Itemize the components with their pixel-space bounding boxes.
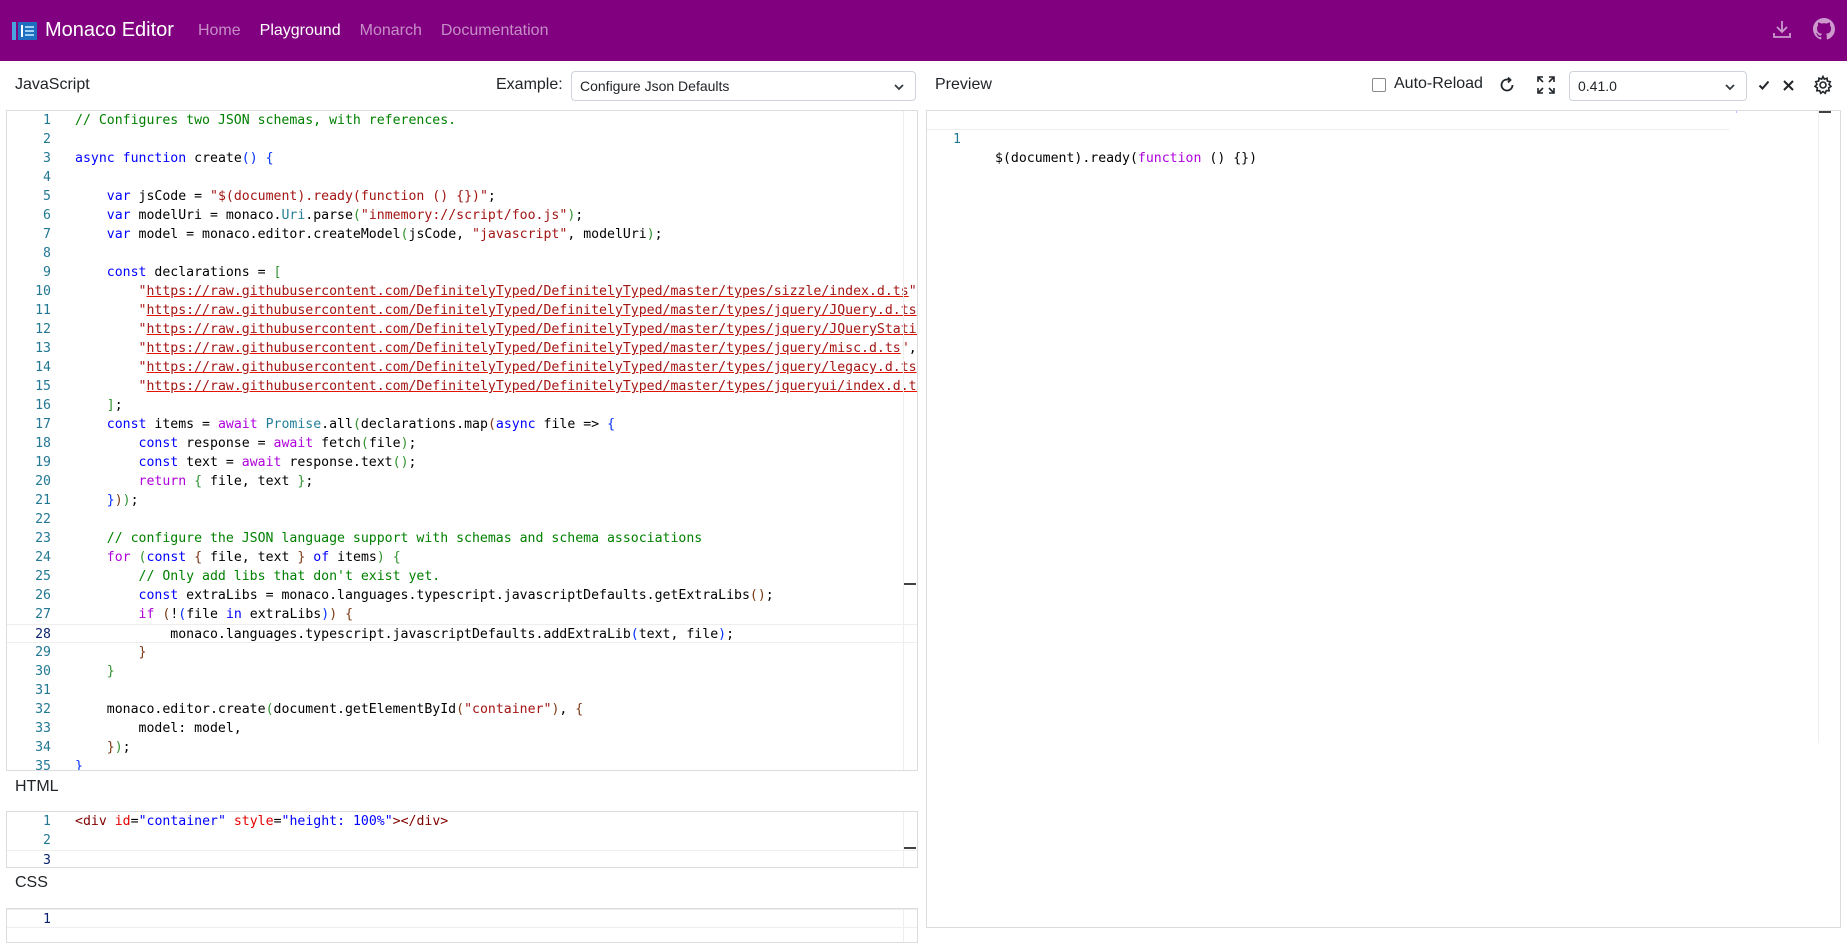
version-select[interactable]: 0.41.0 xyxy=(1569,71,1747,101)
html-editor-scrollbar[interactable] xyxy=(903,812,917,867)
check-icon xyxy=(1758,80,1770,90)
css-editor[interactable]: 1 xyxy=(6,908,918,943)
js-editor-scrollbar[interactable] xyxy=(903,111,917,770)
brand[interactable]: Monaco Editor xyxy=(12,19,174,42)
close-icon xyxy=(1782,79,1794,91)
js-pane-title: JavaScript xyxy=(15,76,90,93)
nav-monarch[interactable]: Monarch xyxy=(360,22,422,40)
html-pane-title: HTML xyxy=(15,778,59,795)
preview-frame[interactable]: 1 $(document).ready(function () {}) xyxy=(926,110,1841,928)
nav-home[interactable]: Home xyxy=(198,22,241,40)
preview-pane-title: Preview xyxy=(935,76,992,93)
preview-code-line: $(document).ready(function () {}) xyxy=(995,151,1258,166)
nav-documentation[interactable]: Documentation xyxy=(441,22,549,40)
css-editor-scrollbar[interactable] xyxy=(903,909,917,942)
monaco-logo-icon xyxy=(12,21,37,41)
preview-scrollbar[interactable] xyxy=(1818,111,1832,743)
reload-icon xyxy=(1500,76,1514,92)
github-icon[interactable] xyxy=(1813,18,1835,40)
main-nav: Home Playground Monarch Documentation xyxy=(198,22,568,40)
example-label: Example: xyxy=(496,76,563,93)
example-select[interactable]: Configure Json Defaults xyxy=(571,71,916,101)
version-select-value: 0.41.0 xyxy=(1578,78,1617,94)
top-bar: Monaco Editor Home Playground Monarch Do… xyxy=(0,0,1847,61)
current-line-number: 28 xyxy=(35,627,51,642)
cancel-button[interactable] xyxy=(1778,71,1798,99)
chevron-down-icon xyxy=(894,84,904,91)
html-editor[interactable]: 1 <div id="container" style="height: 100%… xyxy=(6,811,918,868)
js-editor[interactable]: 1// Configures two JSON schemas, with re… xyxy=(6,110,918,771)
gear-icon xyxy=(1813,75,1833,95)
chevron-down-icon xyxy=(1725,84,1735,91)
brand-name: Monaco Editor xyxy=(45,19,174,41)
reload-button[interactable] xyxy=(1493,71,1521,99)
css-pane-title: CSS xyxy=(15,874,48,891)
auto-reload-label: Auto-Reload xyxy=(1394,75,1483,92)
download-icon[interactable] xyxy=(1771,18,1793,40)
header-actions xyxy=(1771,18,1835,40)
fullscreen-button[interactable] xyxy=(1532,71,1560,99)
fullscreen-icon xyxy=(1537,76,1555,94)
preview-line-number: 1 xyxy=(953,132,961,147)
confirm-button[interactable] xyxy=(1754,71,1774,99)
auto-reload-checkbox[interactable] xyxy=(1372,78,1386,92)
example-select-value: Configure Json Defaults xyxy=(580,78,730,94)
settings-button[interactable] xyxy=(1809,71,1837,99)
nav-playground[interactable]: Playground xyxy=(260,22,341,40)
